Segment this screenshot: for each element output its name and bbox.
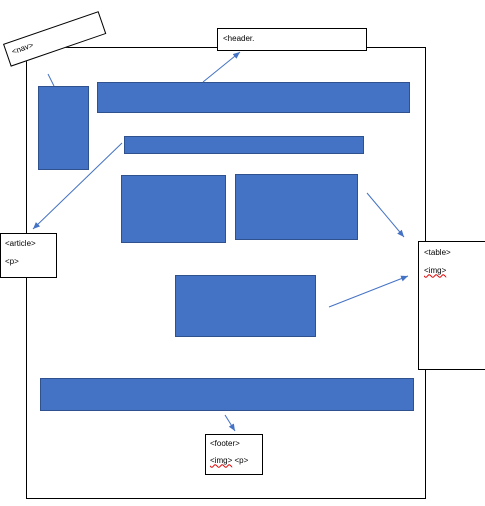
article-arrow <box>32 142 123 230</box>
footer-label: <footer> <img> <p> <box>205 434 263 475</box>
footer-label-line1: <footer> <box>210 439 240 448</box>
footer-label-line2: <img> <p> <box>210 456 258 466</box>
table-arrow-top <box>366 192 405 238</box>
footer-label-p: <p> <box>232 455 249 465</box>
table-arrow-bottom <box>328 275 409 308</box>
table-label-img: <img> <box>424 265 447 275</box>
article-label-line2: <p> <box>5 256 19 266</box>
header-label-text: <header. <box>223 34 255 43</box>
article-label-line1: <article> <box>5 239 36 248</box>
footer-arrow <box>224 414 236 432</box>
table-label: <table> <img> <box>418 241 485 370</box>
table-label-line2: <img> <box>424 266 480 276</box>
nav-connector-line <box>47 73 55 87</box>
header-label: <header. <box>217 28 367 51</box>
footer-label-img: <img> <box>210 455 233 465</box>
table-label-line1: <table> <box>424 248 451 257</box>
connector-arrows <box>32 51 409 432</box>
header-arrow <box>202 51 241 83</box>
article-label: <article> <p> <box>0 233 57 278</box>
